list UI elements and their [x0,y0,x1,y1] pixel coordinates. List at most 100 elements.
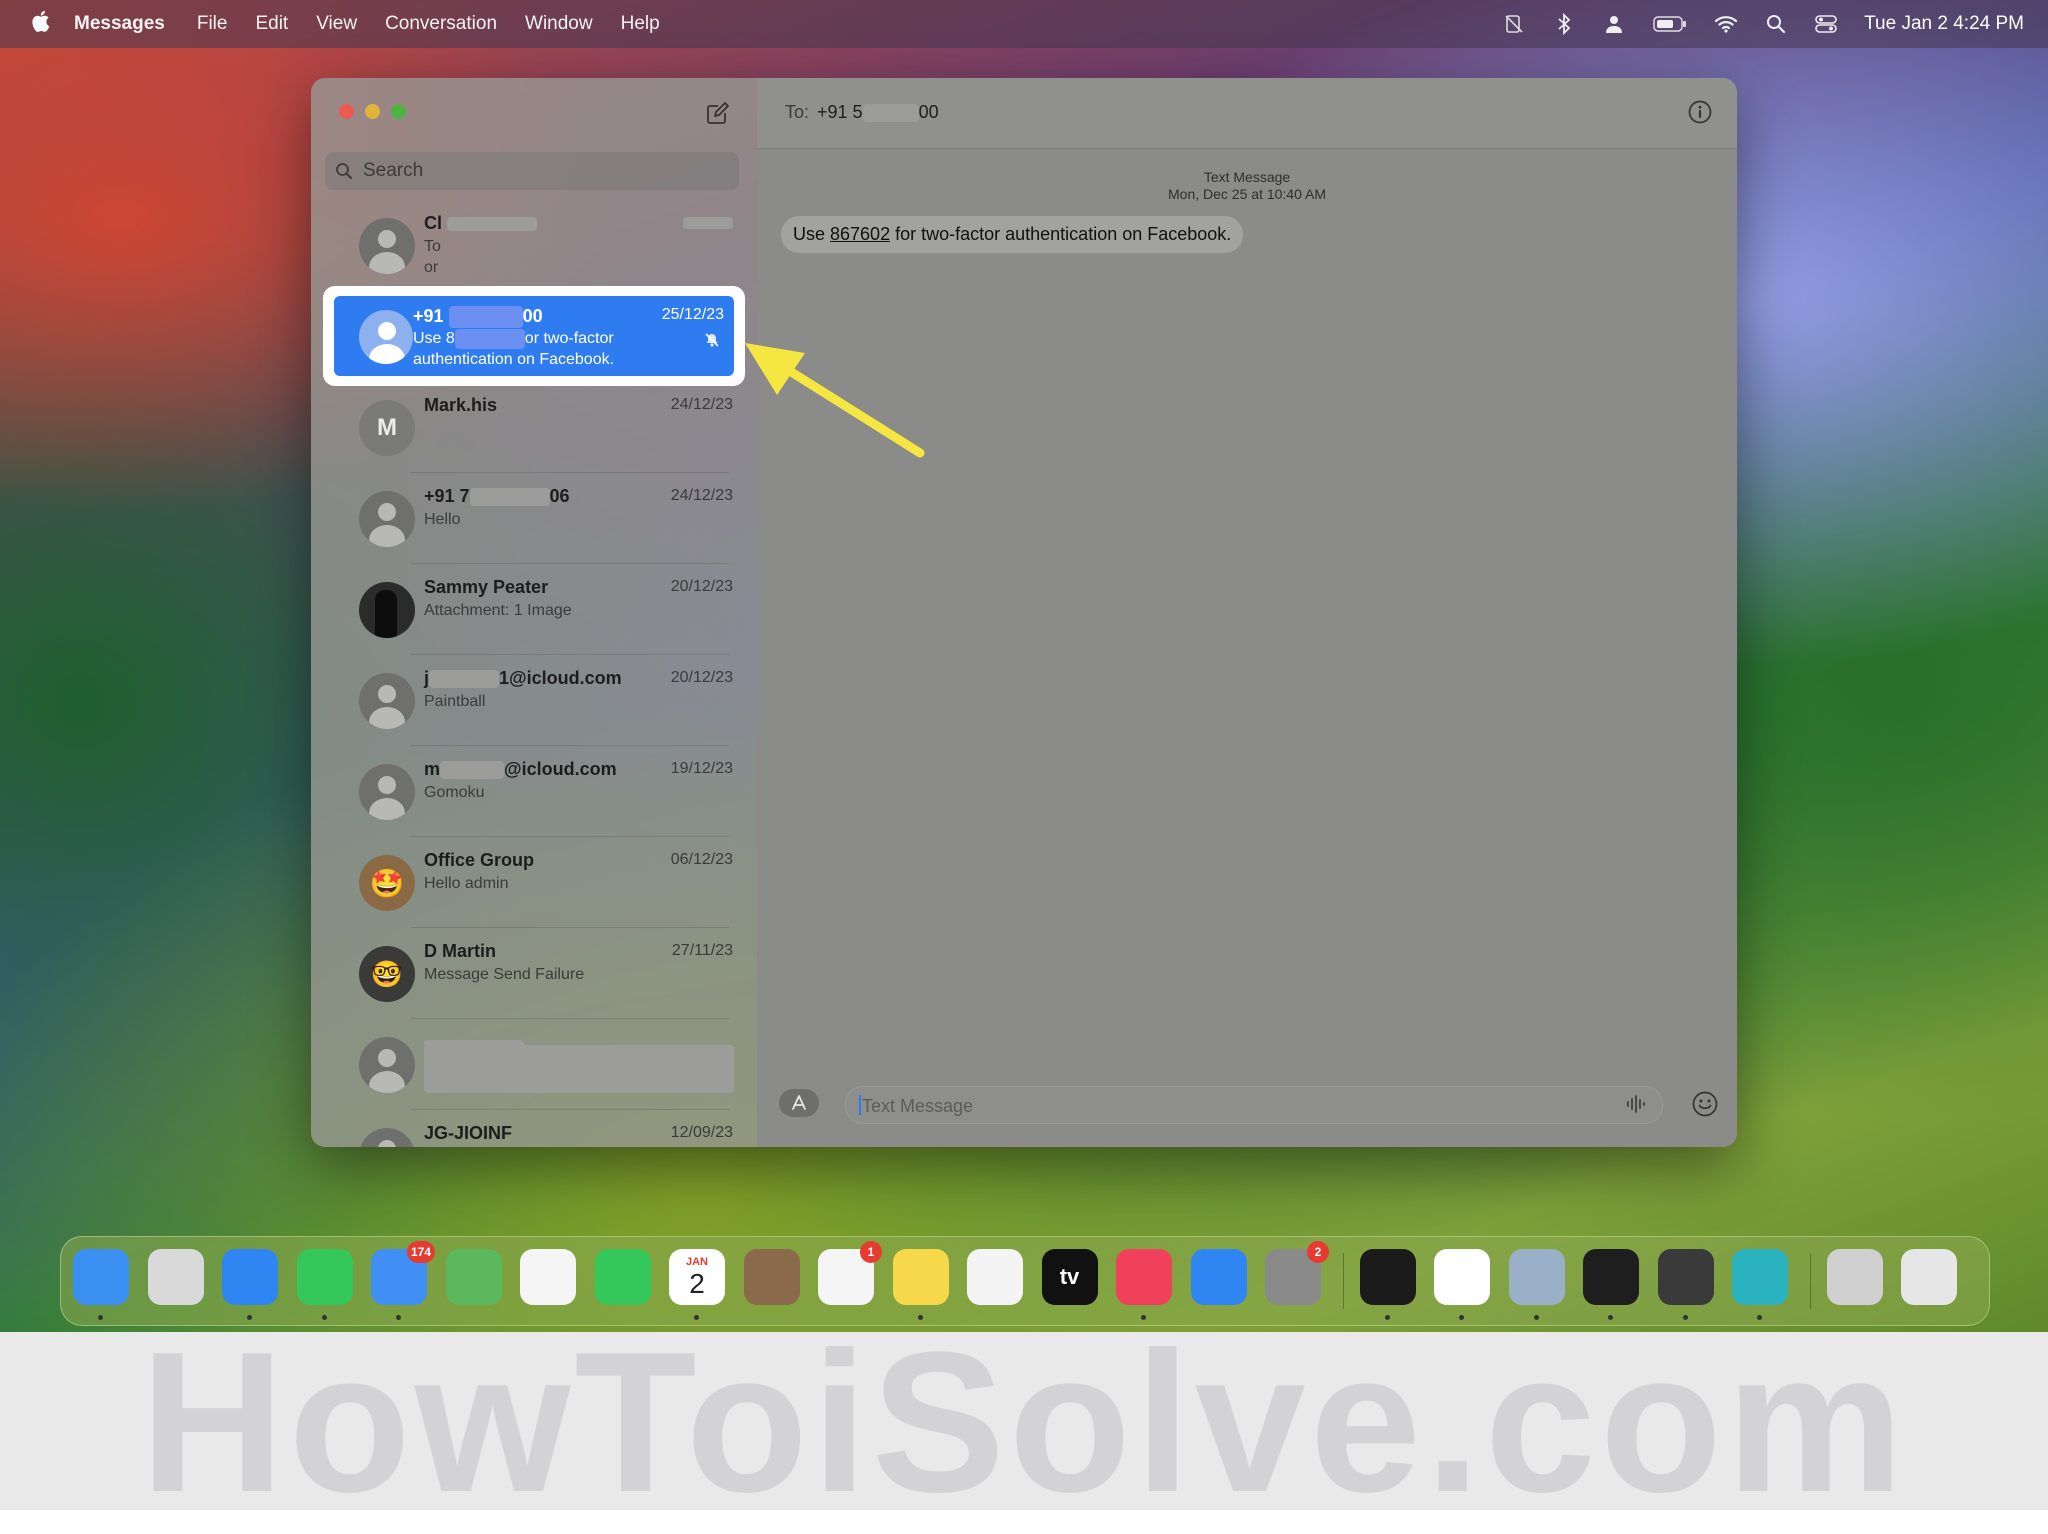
conversation-row[interactable]: +91 7 06 24/12/23 Hello [323,473,743,564]
search-placeholder: Search [363,160,424,181]
contacts-icon[interactable] [743,1249,800,1305]
message-input[interactable] [860,1093,1604,1119]
freeform-icon[interactable] [967,1249,1023,1305]
emoji-picker-icon[interactable] [1691,1090,1719,1118]
bluetooth-icon[interactable] [1552,12,1576,36]
user-icon[interactable] [1602,12,1626,36]
contact-avatar-emoji: 🤩 [359,855,415,911]
contact-avatar [359,1037,415,1093]
minimize-button[interactable] [365,104,380,119]
reminders-icon[interactable]: 1 [818,1241,882,1305]
conversation-row[interactable]: 🤩 Office Group 06/12/23 Hello admin [323,837,743,928]
system-settings-icon[interactable]: 2 [1265,1241,1329,1305]
zoom-button[interactable] [391,104,406,119]
wifi-icon[interactable] [1714,12,1738,36]
compose-icon[interactable] [705,100,731,126]
incoming-message-bubble[interactable]: Use 867602 for two-factor authentication… [781,216,1244,253]
running-indicator [1384,1315,1390,1320]
launchpad-icon[interactable] [147,1249,204,1305]
calendar-month: JAN [685,1256,708,1268]
finder-icon[interactable] [73,1249,129,1305]
menu-bar: Messages File Edit View Conversation Win… [0,0,2048,48]
notification-badge: 2 [1307,1241,1329,1263]
verification-code-link[interactable]: 867602 [830,224,890,244]
chrome-icon[interactable] [1434,1249,1490,1305]
running-indicator [694,1315,699,1320]
dock-separator [1342,1253,1344,1309]
info-icon[interactable] [1687,99,1713,125]
notification-badge: 174 [406,1241,435,1263]
apple-tv-icon[interactable]: tv [1041,1249,1098,1305]
menu-messages[interactable]: Messages [74,13,165,35]
battery-icon[interactable] [1652,12,1688,36]
conversation-row[interactable]: 🤓 D Martin 27/11/23 Message Send Failure [323,928,743,1019]
contact-avatar [359,491,415,547]
message-composer[interactable] [845,1086,1663,1124]
selected-conversation-highlight: +91 00 25/12/23 Use 8 or two-factor authen… [323,286,745,386]
search-field[interactable]: Search [325,152,739,190]
conversation-row-redacted[interactable] [323,1019,743,1110]
mail-icon[interactable]: 174 [371,1241,435,1305]
safari-icon[interactable] [222,1249,278,1305]
menu-help[interactable]: Help [621,13,660,35]
running-indicator [321,1315,327,1320]
conversation-date: 24/12/23 [670,487,733,504]
downloads-folder-icon[interactable] [1826,1249,1883,1305]
facetime-icon[interactable] [594,1249,651,1305]
messages-icon[interactable] [296,1249,353,1305]
preview-icon[interactable] [1508,1249,1565,1305]
running-indicator [917,1315,923,1320]
notification-badge: 1 [860,1241,882,1263]
terminal-icon[interactable] [1583,1249,1639,1305]
conversation-row[interactable]: Cl To or [323,200,743,291]
apple-menu-icon[interactable] [24,9,56,40]
notes-icon[interactable] [892,1249,949,1305]
running-indicator [247,1315,252,1320]
message-timestamp: Mon, Dec 25 at 10:40 AM [1168,186,1326,202]
app-store-apps-button[interactable] [779,1089,819,1117]
conversation-date: 06/12/23 [670,851,733,868]
conversation-header: To: +91 5 00 [757,78,1737,149]
menu-edit[interactable]: Edit [255,13,288,35]
conversation-row[interactable]: M Mark.his 24/12/23 [323,382,743,473]
recipient-field[interactable]: To: +91 5 00 [785,102,939,123]
to-label: To: [785,102,810,122]
conversation-preview: Hello admin [424,875,509,892]
app-store-icon[interactable] [1190,1249,1247,1305]
contact-avatar-photo [359,582,415,638]
trash-icon[interactable] [1901,1249,1957,1305]
running-indicator [1608,1315,1613,1320]
close-button[interactable] [339,104,354,119]
conversation-date: 12/09/23 [670,1124,733,1141]
menubar-clock[interactable]: Tue Jan 2 4:24 PM [1864,13,2024,35]
contact-avatar [359,310,413,364]
surfshark-icon[interactable] [1732,1249,1788,1305]
conversation-row[interactable]: Sammy Peater 20/12/23 Attachment: 1 Imag… [323,564,743,655]
conversation-preview: Hello [424,511,461,528]
conversation-date: 27/11/23 [671,942,733,959]
keychain-icon[interactable] [1657,1249,1714,1305]
conversation-name: m @icloud.com [424,759,617,780]
contact-avatar [359,764,415,820]
calendar-icon[interactable]: JAN 2 [669,1249,725,1305]
menu-view[interactable]: View [316,13,357,35]
conversation-row[interactable]: j 1@icloud.com 20/12/23 Paintball [323,655,743,746]
photos-icon[interactable] [520,1249,576,1305]
control-center-icon[interactable] [1814,12,1838,36]
maps-icon[interactable] [445,1249,502,1305]
conversation-preview: Paintball [424,693,486,710]
screen-mirroring-off-icon[interactable] [1502,12,1526,36]
conversation-row[interactable]: m @icloud.com 19/12/23 Gomoku [323,746,743,837]
audio-message-icon[interactable] [1624,1094,1648,1119]
spotlight-search-icon[interactable] [1764,12,1788,36]
music-icon[interactable] [1116,1249,1172,1305]
conversation-row[interactable]: JG-JIOINF 12/09/23 [323,1110,743,1147]
activity-monitor-icon[interactable] [1359,1249,1416,1305]
conversation-name: +91 00 [413,306,543,329]
menu-file[interactable]: File [197,13,228,35]
menu-conversation[interactable]: Conversation [385,13,497,35]
selected-conversation-row[interactable]: +91 00 25/12/23 Use 8 or two-factor authen… [334,296,734,376]
menu-window[interactable]: Window [525,13,593,35]
recipient-number-suffix: 00 [918,102,939,122]
running-indicator [1459,1315,1464,1320]
